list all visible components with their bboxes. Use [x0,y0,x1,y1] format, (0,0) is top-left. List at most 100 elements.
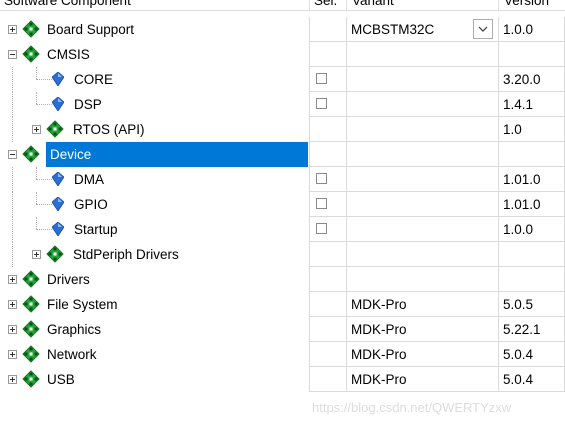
tree-connector [36,79,52,81]
component-label[interactable]: DMA [74,167,104,192]
select-checkbox[interactable] [316,98,327,109]
blue-gem-icon [51,171,65,189]
sel-cell [309,117,347,142]
variant-cell: MDK-Pro [346,342,499,367]
header-variant[interactable]: Variant [352,0,394,10]
expander-vbar [12,277,13,282]
version-value: 1.01.0 [503,172,541,187]
tree-row[interactable]: Device [0,142,565,167]
tree-row[interactable]: Drivers [0,267,565,292]
variant-cell: MDK-Pro [346,367,499,392]
green-diamond-icon [46,245,64,266]
variant-dropdown-button[interactable] [473,19,493,39]
sel-cell [309,192,347,217]
component-label[interactable]: Device [46,142,308,167]
expander-vbar [12,327,13,332]
variant-cell: MCBSTM32C [346,17,499,42]
tree-row[interactable]: CMSIS [0,42,565,67]
select-checkbox[interactable] [316,198,327,209]
version-cell: 5.0.4 [498,367,565,392]
expander-hbar [10,54,15,55]
blue-gem-icon [51,96,65,114]
version-value: 1.4.1 [503,97,534,112]
tree-connector [12,67,14,92]
version-cell: 1.01.0 [498,167,565,192]
tree-row[interactable]: File System MDK-Pro 5.0.5 [0,292,565,317]
variant-cell [346,167,499,192]
variant-cell [346,117,499,142]
version-cell [498,142,565,167]
sel-cell [309,217,347,242]
expand-icon[interactable] [8,25,17,34]
header-divider [346,0,347,10]
version-cell: 1.0.0 [498,17,565,42]
variant-value: MDK-Pro [351,322,407,337]
tree-row[interactable]: GPIO 1.01.0 [0,192,565,217]
expand-icon[interactable] [32,125,41,134]
select-checkbox[interactable] [316,173,327,184]
tree-row[interactable]: CORE 3.20.0 [0,67,565,92]
version-value: 5.0.4 [503,372,534,387]
green-diamond-icon [22,345,40,366]
component-label[interactable]: CMSIS [47,42,90,67]
component-label[interactable]: Startup [74,217,118,242]
variant-cell: MDK-Pro [346,317,499,342]
component-label[interactable]: RTOS (API) [73,117,145,142]
variant-cell [346,242,499,267]
variant-cell: MDK-Pro [346,292,499,317]
component-label[interactable]: CORE [74,67,113,92]
version-value: 1.0 [503,122,522,137]
expand-icon[interactable] [8,375,17,384]
tree-row[interactable]: Graphics MDK-Pro 5.22.1 [0,317,565,342]
sel-cell [309,92,347,117]
expand-icon[interactable] [8,300,17,309]
collapse-icon[interactable] [8,150,17,159]
select-checkbox[interactable] [316,223,327,234]
component-label[interactable]: Drivers [47,267,90,292]
header-version[interactable]: Version [504,0,549,10]
tree-connector [36,192,38,204]
component-label[interactable]: DSP [74,92,102,117]
expand-icon[interactable] [8,325,17,334]
sel-cell [309,17,347,42]
sel-cell [309,367,347,392]
variant-value[interactable]: MCBSTM32C [351,17,434,42]
tree-row[interactable]: Startup 1.0.0 [0,217,565,242]
tree-connector [12,167,14,192]
blue-gem-icon [51,71,65,89]
version-value: 1.0.0 [503,222,534,237]
green-diamond-icon [22,370,40,391]
header-software-component[interactable]: Software Component [4,0,131,10]
component-label[interactable]: GPIO [74,192,108,217]
expand-icon[interactable] [8,350,17,359]
version-cell [498,242,565,267]
tree-row[interactable]: Board Support MCBSTM32C 1.0.0 [0,17,565,42]
green-diamond-icon [22,320,40,341]
select-checkbox[interactable] [316,73,327,84]
tree-connector [12,117,14,142]
version-value: 5.0.5 [503,297,534,312]
tree-row[interactable]: DMA 1.01.0 [0,167,565,192]
component-label[interactable]: StdPeriph Drivers [73,242,179,267]
blue-gem-icon [51,221,65,239]
expand-icon[interactable] [32,250,41,259]
tree-connector [36,92,38,104]
tree-connector [36,179,52,181]
header-sel[interactable]: Sel. [314,0,337,10]
component-label[interactable]: Board Support [47,17,134,42]
tree-row[interactable]: StdPeriph Drivers [0,242,565,267]
tree-row[interactable]: DSP 1.4.1 [0,92,565,117]
tree-row[interactable]: Network MDK-Pro 5.0.4 [0,342,565,367]
component-label[interactable]: File System [47,292,118,317]
component-label[interactable]: USB [47,367,75,392]
component-label[interactable]: Network [47,342,97,367]
component-label[interactable]: Graphics [47,317,101,342]
tree-row[interactable]: RTOS (API) 1.0 [0,117,565,142]
collapse-icon[interactable] [8,50,17,59]
sel-cell [309,317,347,342]
expand-icon[interactable] [8,275,17,284]
tree-row[interactable]: USB MDK-Pro 5.0.4 [0,367,565,392]
expander-vbar [36,252,37,257]
variant-value: MDK-Pro [351,372,407,387]
green-diamond-icon [46,120,64,141]
